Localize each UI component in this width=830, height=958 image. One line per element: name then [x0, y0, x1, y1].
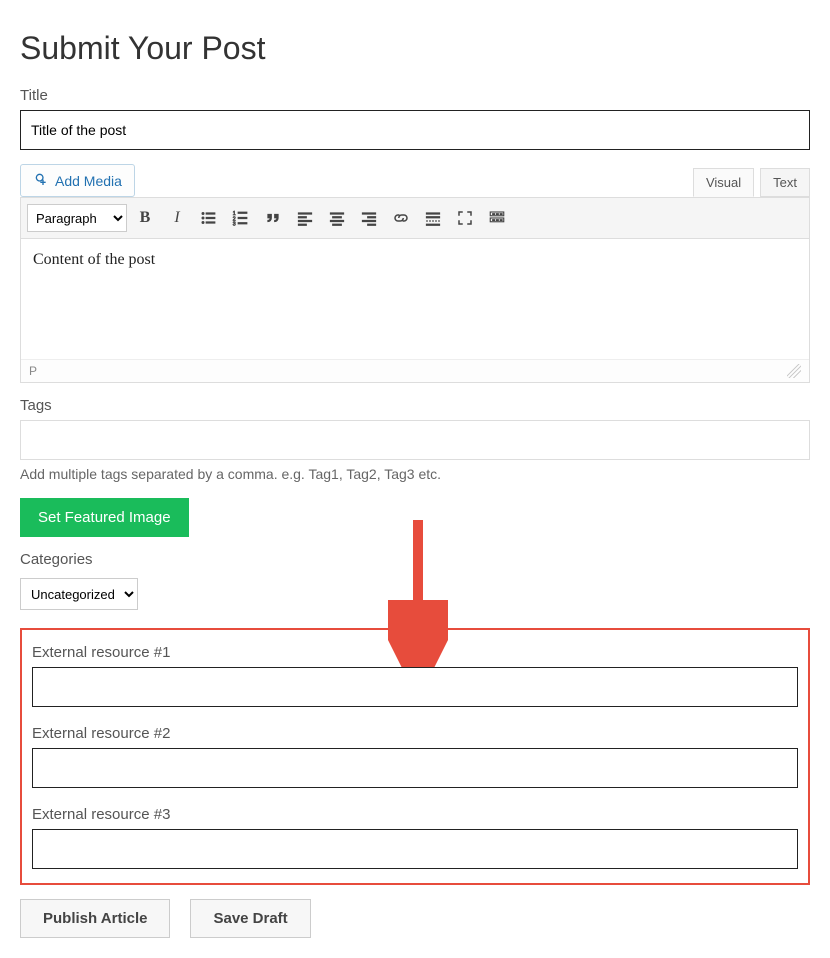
italic-button[interactable]: I: [163, 204, 191, 232]
toolbar-toggle-button[interactable]: [483, 204, 511, 232]
external-1-input[interactable]: [32, 667, 798, 707]
external-3-label: External resource #3: [32, 806, 798, 823]
page-title: Submit Your Post: [20, 30, 810, 67]
media-icon: [33, 171, 49, 190]
editor: Paragraph B I 123: [20, 197, 810, 383]
bold-button[interactable]: B: [131, 204, 159, 232]
tab-text[interactable]: Text: [760, 168, 810, 197]
blockquote-button[interactable]: [259, 204, 287, 232]
title-input[interactable]: [20, 110, 810, 150]
external-1-label: External resource #1: [32, 644, 798, 661]
external-resources-highlight: External resource #1 External resource #…: [20, 628, 810, 885]
set-featured-image-button[interactable]: Set Featured Image: [20, 498, 189, 537]
editor-content[interactable]: Content of the post: [21, 239, 809, 359]
save-draft-button[interactable]: Save Draft: [190, 899, 310, 938]
publish-button[interactable]: Publish Article: [20, 899, 170, 938]
align-right-button[interactable]: [355, 204, 383, 232]
external-2-input[interactable]: [32, 748, 798, 788]
tags-label: Tags: [20, 397, 810, 414]
editor-status-path: P: [29, 364, 37, 378]
tags-input[interactable]: [20, 420, 810, 460]
align-center-button[interactable]: [323, 204, 351, 232]
add-media-label: Add Media: [55, 173, 122, 189]
bullet-list-button[interactable]: [195, 204, 223, 232]
align-left-button[interactable]: [291, 204, 319, 232]
external-2-label: External resource #2: [32, 725, 798, 742]
categories-select[interactable]: Uncategorized: [20, 578, 138, 610]
insert-more-button[interactable]: [419, 204, 447, 232]
add-media-button[interactable]: Add Media: [20, 164, 135, 197]
editor-toolbar: Paragraph B I 123: [21, 198, 809, 239]
tab-visual[interactable]: Visual: [693, 168, 754, 197]
format-select[interactable]: Paragraph: [27, 204, 127, 232]
numbered-list-button[interactable]: 123: [227, 204, 255, 232]
resize-handle-icon[interactable]: [787, 364, 801, 378]
categories-label: Categories: [20, 551, 810, 568]
fullscreen-button[interactable]: [451, 204, 479, 232]
link-button[interactable]: [387, 204, 415, 232]
tags-help: Add multiple tags separated by a comma. …: [20, 466, 810, 482]
title-label: Title: [20, 87, 810, 104]
external-3-input[interactable]: [32, 829, 798, 869]
svg-text:3: 3: [233, 222, 236, 228]
